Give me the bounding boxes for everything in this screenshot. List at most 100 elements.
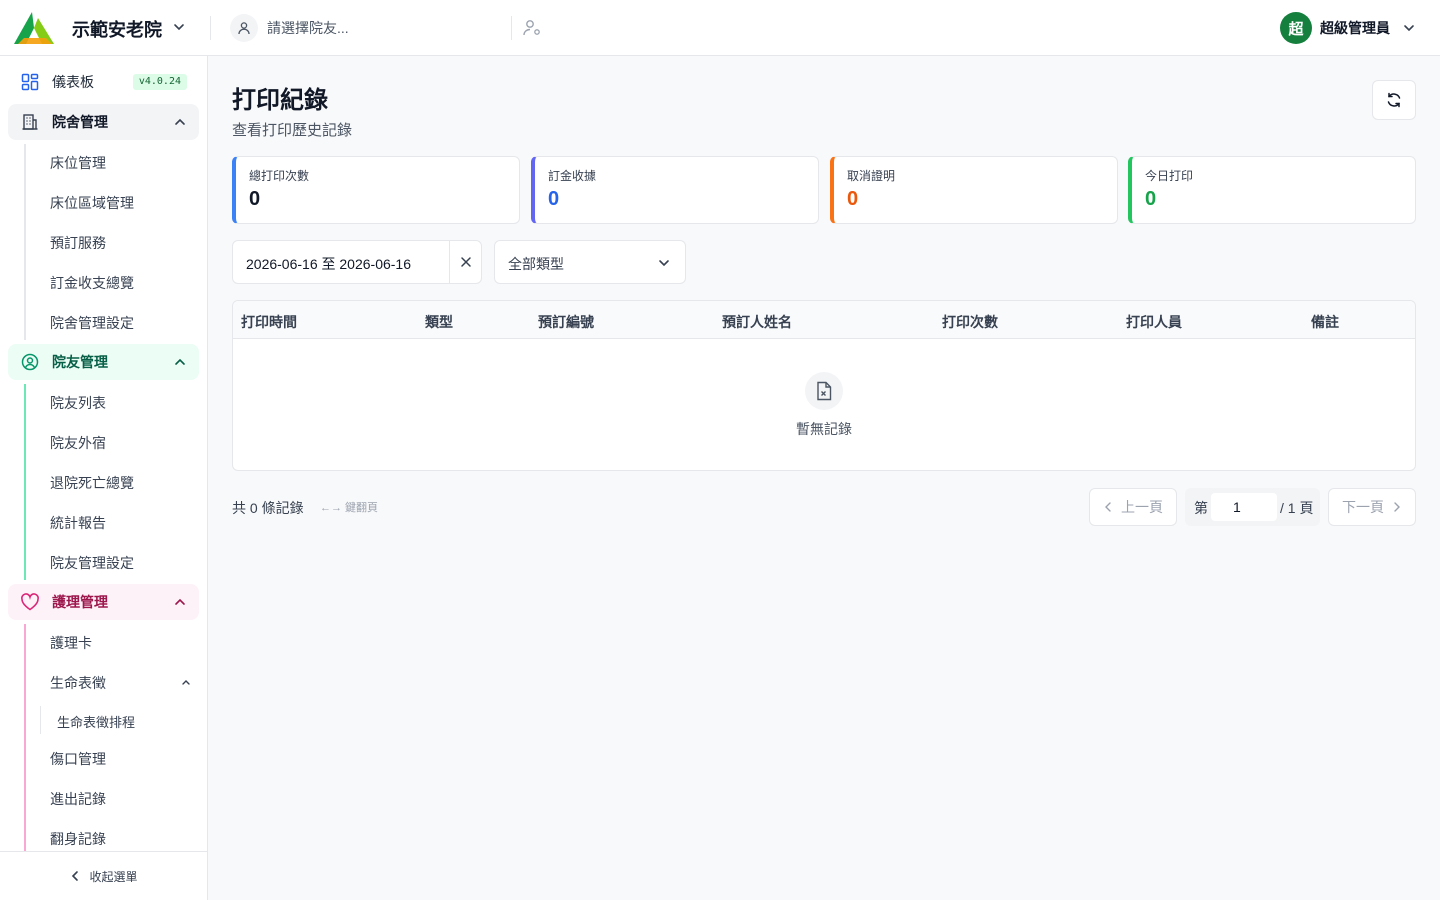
keyboard-hint: ←→ 鍵翻頁	[320, 502, 379, 514]
sidebar-item-label: 儀表板	[52, 74, 94, 90]
chevron-down-icon	[659, 260, 669, 267]
header-divider	[511, 16, 512, 40]
stat-card-cancel: 取消證明 0	[830, 156, 1118, 224]
chevron-down-icon[interactable]	[172, 20, 186, 34]
prev-page-button[interactable]: 上一頁	[1089, 488, 1177, 526]
sidebar-item-resident-settings[interactable]: 院友管理設定	[50, 553, 134, 573]
avatar: 超	[1280, 12, 1312, 44]
user-menu[interactable]: 超 超級管理員	[1280, 12, 1416, 44]
sidebar-item-turning-log[interactable]: 翻身記錄	[50, 829, 106, 849]
stat-card-total: 總打印次數 0	[232, 156, 520, 224]
heart-icon	[20, 592, 40, 612]
total-count: 共 0 條記錄	[232, 500, 304, 516]
next-page-button[interactable]: 下一頁	[1328, 488, 1416, 526]
stat-label: 總打印次數	[249, 169, 310, 183]
close-icon	[461, 257, 471, 267]
dashboard-icon	[20, 72, 40, 92]
org-name[interactable]: 示範安老院	[72, 16, 162, 42]
sidebar-item-reports[interactable]: 統計報告	[50, 513, 106, 533]
page-jumper: 第 / 1 頁	[1185, 488, 1320, 526]
stat-card-today: 今日打印 0	[1128, 156, 1416, 224]
empty-state-text: 暫無記錄	[796, 421, 852, 437]
stat-value: 0	[847, 188, 859, 210]
sidebar-item-dashboard[interactable]: 儀表板 v4.0.24	[8, 64, 199, 100]
chevron-left-icon	[1105, 502, 1111, 512]
stat-value: 0	[1145, 188, 1157, 210]
collapse-menu-button[interactable]: 收起選單	[0, 851, 207, 900]
chevron-right-icon	[1394, 502, 1400, 512]
sidebar-item-house-settings[interactable]: 院舍管理設定	[50, 313, 134, 333]
stat-value: 0	[249, 188, 261, 210]
date-range-value: 2026-06-16 至 2026-06-16	[246, 256, 412, 272]
submenu-line	[40, 706, 41, 734]
type-select-value: 全部類型	[508, 256, 564, 272]
chevron-down-icon	[1404, 25, 1414, 32]
sidebar-group-house[interactable]: 院舍管理	[8, 104, 199, 140]
stat-label: 今日打印	[1145, 169, 1194, 183]
chevron-up-icon[interactable]	[180, 676, 192, 688]
type-select[interactable]: 全部類型	[494, 240, 686, 284]
user-icon	[230, 14, 258, 42]
page-number-input[interactable]	[1211, 493, 1277, 521]
next-page-label: 下一頁	[1342, 499, 1384, 515]
version-badge: v4.0.24	[132, 74, 187, 90]
column-header[interactable]: 打印時間	[241, 312, 297, 332]
sidebar: 儀表板 v4.0.24 院舍管理 床位管理 床位區域管理 預訂服務 訂金收支總覽…	[0, 56, 208, 900]
resident-selector-placeholder: 請選擇院友...	[267, 20, 349, 36]
sidebar-item-discharge-overview[interactable]: 退院死亡總覽	[50, 473, 134, 493]
stat-label: 取消證明	[847, 169, 896, 183]
clear-date-button[interactable]	[449, 241, 482, 283]
date-range-picker[interactable]: 2026-06-16 至 2026-06-16	[232, 240, 482, 284]
table-header: 打印時間 類型 預訂編號 預訂人姓名 打印次數 打印人員 備註	[233, 301, 1415, 339]
column-header[interactable]: 打印次數	[942, 312, 998, 332]
column-header[interactable]: 打印人員	[1126, 312, 1182, 332]
column-header[interactable]: 類型	[425, 312, 453, 332]
sidebar-item-bed-areas[interactable]: 床位區域管理	[50, 193, 134, 213]
sidebar-item-vitals[interactable]: 生命表徵	[50, 673, 106, 693]
sidebar-item-beds[interactable]: 床位管理	[50, 153, 106, 173]
user-settings-icon[interactable]	[522, 18, 542, 38]
column-header[interactable]: 預訂人姓名	[722, 312, 792, 332]
submenu-line	[24, 384, 26, 580]
collapse-menu-label: 收起選單	[89, 869, 138, 884]
app-logo-icon	[14, 12, 54, 44]
user-circle-icon	[20, 352, 40, 372]
sidebar-item-booking[interactable]: 預訂服務	[50, 233, 106, 253]
resident-selector[interactable]: 請選擇院友...	[230, 12, 506, 44]
page-prefix: 第	[1194, 500, 1208, 516]
refresh-button[interactable]	[1372, 80, 1416, 120]
sidebar-group-label: 院舍管理	[52, 114, 108, 130]
stat-label: 訂金收據	[548, 169, 597, 183]
empty-file-icon	[805, 372, 843, 410]
sidebar-item-deposit-overview[interactable]: 訂金收支總覽	[50, 273, 134, 293]
sidebar-group-care[interactable]: 護理管理	[8, 584, 199, 620]
print-records-table: 打印時間 類型 預訂編號 預訂人姓名 打印次數 打印人員 備註 暫無記錄	[232, 300, 1416, 471]
sidebar-item-wound[interactable]: 傷口管理	[50, 749, 106, 769]
sidebar-item-resident-list[interactable]: 院友列表	[50, 393, 106, 413]
page-title: 打印紀錄	[232, 87, 328, 114]
column-header[interactable]: 備註	[1311, 312, 1339, 332]
user-name: 超級管理員	[1320, 20, 1390, 36]
header-divider	[210, 16, 211, 40]
sidebar-item-vitals-schedule[interactable]: 生命表徵排程	[57, 712, 135, 731]
chevron-left-icon	[72, 871, 79, 881]
sidebar-group-label: 院友管理	[52, 354, 108, 370]
sidebar-group-label: 護理管理	[52, 594, 108, 610]
chevron-up-icon	[175, 358, 185, 365]
stat-value: 0	[548, 188, 560, 210]
chevron-up-icon	[175, 118, 185, 125]
column-header[interactable]: 預訂編號	[538, 312, 594, 332]
prev-page-label: 上一頁	[1121, 499, 1163, 515]
stat-card-deposit: 訂金收據 0	[531, 156, 819, 224]
submenu-line	[24, 144, 26, 340]
submenu-line	[24, 624, 26, 854]
sidebar-item-care-card[interactable]: 護理卡	[50, 633, 92, 653]
sidebar-group-residents[interactable]: 院友管理	[8, 344, 199, 380]
refresh-icon	[1387, 92, 1401, 108]
page-subtitle: 查看打印歷史記錄	[232, 122, 353, 139]
top-header: 示範安老院 請選擇院友... 超 超級管理員	[0, 0, 1440, 56]
chevron-up-icon	[175, 598, 185, 605]
sidebar-item-access-log[interactable]: 進出記錄	[50, 789, 106, 809]
page-suffix: / 1 頁	[1280, 500, 1314, 516]
sidebar-item-resident-leave[interactable]: 院友外宿	[50, 433, 106, 453]
